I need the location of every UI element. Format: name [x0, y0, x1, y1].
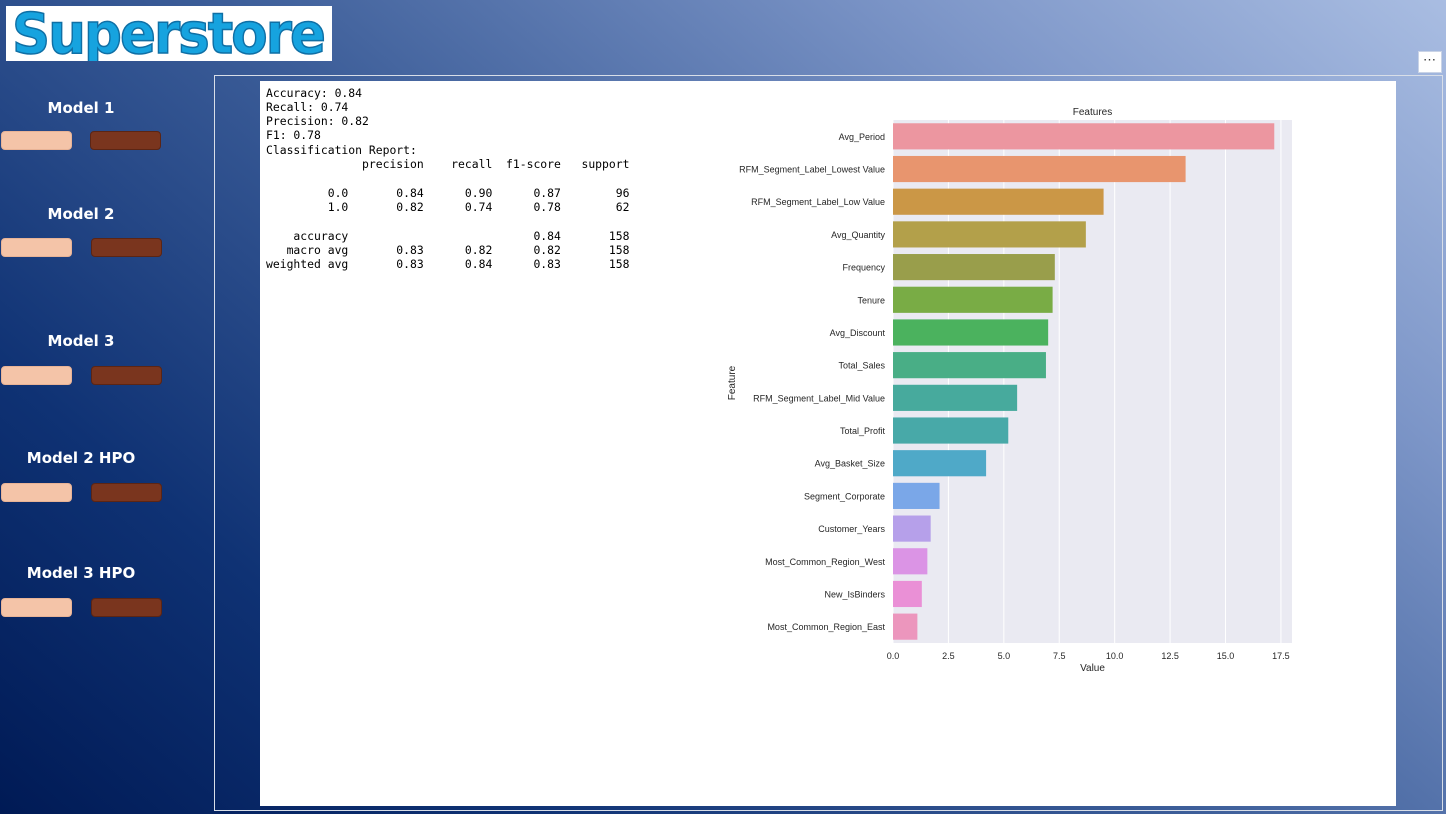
more-options-icon: ⋯	[1423, 52, 1437, 67]
feature-bar	[893, 515, 931, 542]
feature-bar	[893, 286, 1053, 313]
x-tick-label: 5.0	[998, 651, 1011, 661]
x-tick-label: 0.0	[887, 651, 900, 661]
model-2-title: Model 2	[47, 205, 115, 223]
y-tick-label: Avg_Quantity	[831, 230, 885, 240]
y-tick-label: Most_Common_Region_West	[765, 557, 885, 567]
model-3-hpo-light-button[interactable]	[1, 598, 72, 617]
y-tick-label: Avg_Basket_Size	[815, 459, 885, 469]
report-line: 0.0 0.84 0.90 0.87 96	[266, 186, 630, 200]
feature-bar	[893, 352, 1046, 379]
superstore-logo: Superstore	[6, 6, 332, 61]
report-line: accuracy 0.84 158	[266, 229, 630, 243]
report-line: Accuracy: 0.84	[266, 86, 363, 100]
feature-bar	[893, 482, 940, 509]
report-line: macro avg 0.83 0.82 0.82 158	[266, 243, 630, 257]
report-line: weighted avg 0.83 0.84 0.83 158	[266, 257, 630, 271]
feature-bar	[893, 319, 1049, 346]
y-tick-label: RFM_Segment_Label_Low Value	[751, 197, 885, 207]
model-3-hpo-dark-button[interactable]	[91, 598, 162, 617]
y-tick-label: Customer_Years	[818, 524, 885, 534]
feature-bar	[893, 580, 922, 608]
report-line: precision recall f1-score support	[266, 157, 630, 171]
y-tick-label: Avg_Discount	[830, 328, 886, 338]
chart-title: Features	[1073, 107, 1112, 118]
model-3-hpo-title: Model 3 HPO	[26, 564, 136, 582]
model-2-hpo-light-button[interactable]	[1, 483, 72, 502]
y-tick-label: Total_Profit	[840, 426, 886, 436]
x-tick-label: 12.5	[1161, 651, 1179, 661]
logo-text: Superstore	[12, 6, 324, 61]
feature-bar	[893, 384, 1018, 411]
more-options-button[interactable]: ⋯	[1418, 51, 1442, 73]
y-axis-label: Feature	[727, 365, 738, 400]
model-2-hpo-title: Model 2 HPO	[26, 449, 136, 467]
model-3-title: Model 3	[47, 332, 115, 350]
feature-bar	[893, 450, 987, 477]
feature-bar	[893, 417, 1009, 444]
model-2-hpo-dark-button[interactable]	[91, 483, 162, 502]
report-line: F1: 0.78	[266, 128, 321, 142]
report-line: Precision: 0.82	[266, 114, 369, 128]
y-tick-label: Most_Common_Region_East	[767, 622, 885, 632]
model-1-dark-button[interactable]	[90, 131, 161, 150]
feature-importance-chart: Features Avg_Period RFM_Segment_Label_Low…	[727, 107, 1292, 674]
x-axis-label: Value	[1080, 663, 1105, 674]
x-tick-label: 10.0	[1106, 651, 1124, 661]
report-line: Classification Report:	[266, 143, 417, 157]
feature-bar	[893, 155, 1186, 183]
feature-bar	[893, 548, 928, 575]
report-line: 1.0 0.82 0.74 0.78 62	[266, 200, 630, 214]
y-tick-label: Tenure	[857, 295, 885, 305]
feature-bar	[893, 613, 918, 640]
x-tick-label: 7.5	[1053, 651, 1066, 661]
feature-bar	[893, 221, 1086, 248]
x-tick-label: 15.0	[1217, 651, 1235, 661]
x-tick-label: 17.5	[1272, 651, 1290, 661]
model-3-dark-button[interactable]	[91, 366, 162, 385]
model-1-light-button[interactable]	[1, 131, 72, 150]
report-line: Recall: 0.74	[266, 100, 349, 114]
model-2-light-button[interactable]	[1, 238, 72, 257]
model-1-title: Model 1	[47, 99, 115, 117]
y-tick-label: Frequency	[842, 263, 885, 273]
y-tick-label: New_IsBinders	[824, 589, 885, 599]
y-tick-label: RFM_Segment_Label_Mid Value	[753, 393, 885, 403]
y-tick-label: Segment_Corporate	[804, 491, 885, 501]
y-tick-label: RFM_Segment_Label_Lowest Value	[739, 165, 885, 175]
x-tick-label: 2.5	[942, 651, 955, 661]
y-tick-label: Total_Sales	[838, 361, 885, 371]
y-tick-label: Avg_Period	[839, 132, 885, 142]
model-3-light-button[interactable]	[1, 366, 72, 385]
model-2-dark-button[interactable]	[91, 238, 162, 257]
feature-bar	[893, 188, 1104, 215]
feature-bar	[893, 254, 1055, 281]
feature-bar	[893, 123, 1275, 150]
